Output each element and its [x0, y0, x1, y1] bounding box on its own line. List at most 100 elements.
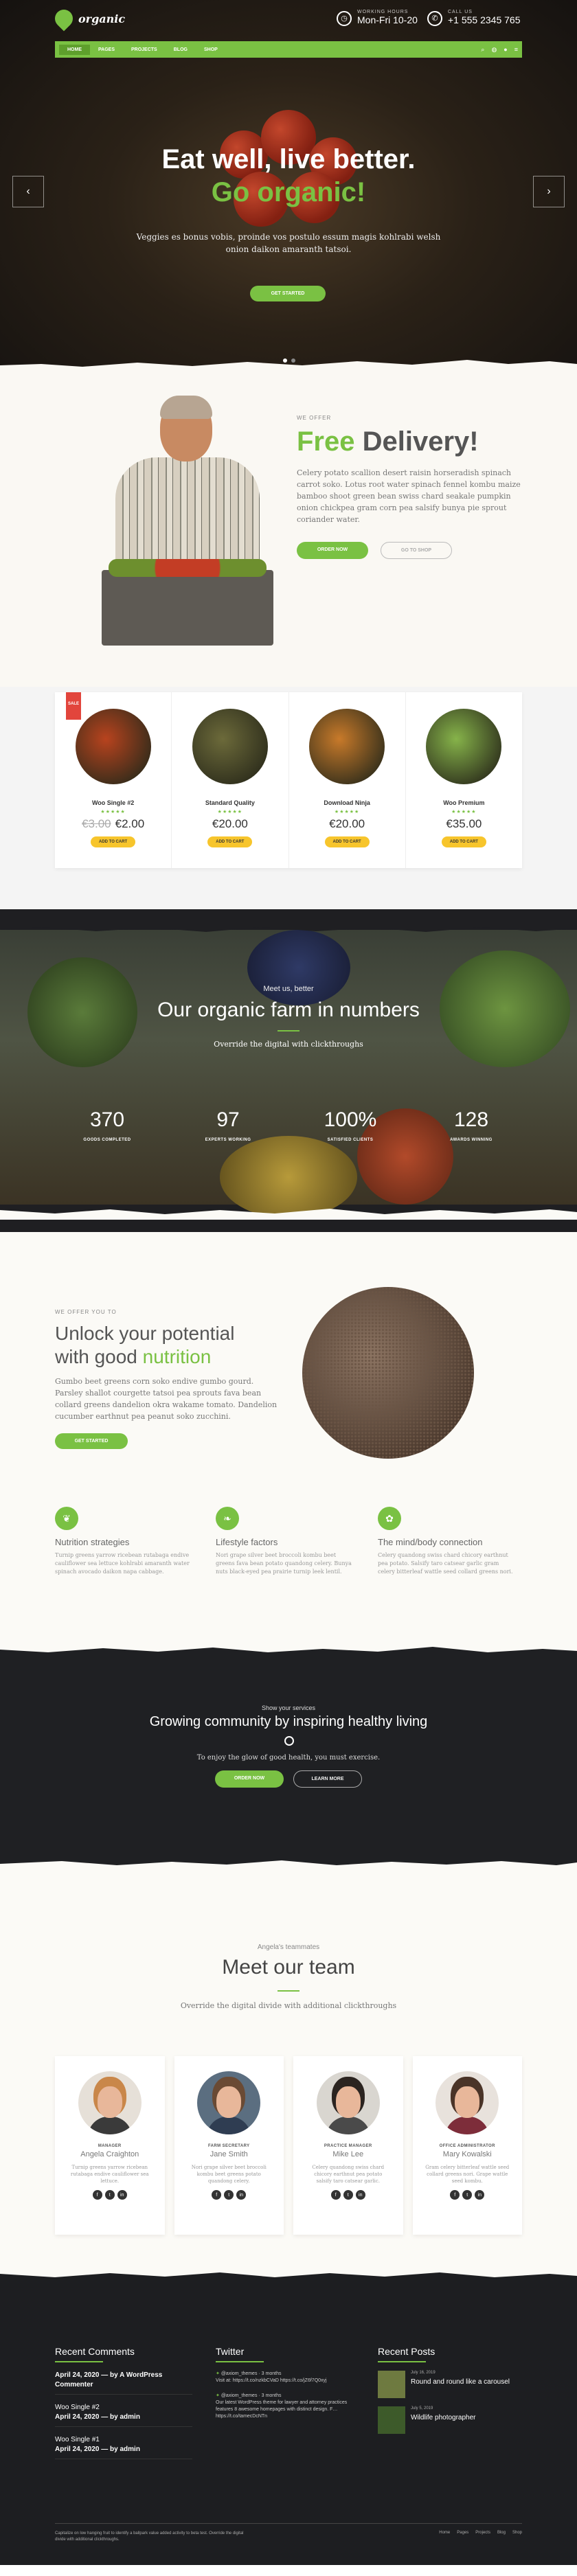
avatar[interactable] — [435, 2071, 499, 2134]
site-logo[interactable]: organic — [51, 5, 125, 32]
search-icon[interactable]: ⌕ — [481, 46, 484, 54]
community-learn-more-button[interactable]: LEARN MORE — [293, 1770, 362, 1788]
linkedin-icon[interactable]: in — [475, 2190, 485, 2200]
facebook-icon[interactable]: f — [92, 2190, 102, 2200]
avatar[interactable] — [197, 2071, 261, 2134]
post-thumbnail[interactable] — [378, 2371, 405, 2398]
twitter-widget: Twitter ✦ @axiom_themes · 3 months Visit … — [216, 2346, 353, 2420]
post-item[interactable]: July 16, 2019 Round and round like a caro… — [378, 2371, 515, 2398]
facebook-icon[interactable]: f — [330, 2190, 341, 2200]
team-eyebrow: Angela's teammates — [257, 1944, 320, 1951]
slider-next-arrow-icon[interactable]: › — [533, 176, 565, 207]
comment-item[interactable]: April 24, 2020 — by A WordPress Commente… — [55, 2371, 192, 2395]
footer-link-projects[interactable]: Projects — [475, 2531, 490, 2543]
working-hours-value: Mon-Fri 10-20 — [357, 14, 418, 25]
go-to-shop-button[interactable]: GO TO SHOP — [381, 542, 452, 559]
nav-home[interactable]: HOME — [59, 44, 90, 55]
tweet-item[interactable]: ✦ @axiom_themes · 3 months Visit at: http… — [216, 2371, 353, 2384]
rating-stars: ★★★★★ — [334, 810, 360, 814]
facebook-icon[interactable]: f — [450, 2190, 460, 2200]
product-card[interactable]: Standard Quality ★★★★★ €20.00 ADD TO CAR… — [172, 692, 289, 868]
member-role: PRACTICE MANAGER — [324, 2144, 372, 2148]
team-section: Angela's teammates Meet our team Overrid… — [0, 1871, 577, 2283]
widget-title: Recent Posts — [378, 2346, 515, 2362]
cart-icon[interactable]: ◍ — [491, 46, 497, 54]
tweet-item[interactable]: ✦ @axiom_themes · 3 months Our latest Wor… — [216, 2393, 353, 2420]
nutrition-get-started-button[interactable]: GET STARTED — [55, 1433, 128, 1449]
footer-link-shop[interactable]: Shop — [512, 2531, 522, 2543]
nav-pages[interactable]: PAGES — [90, 45, 123, 55]
phone-number[interactable]: +1 555 2345 765 — [448, 14, 521, 25]
twitter-icon[interactable]: t — [224, 2190, 234, 2200]
nav-projects[interactable]: PROJECTS — [123, 45, 166, 55]
footer-link-home[interactable]: Home — [439, 2531, 450, 2543]
stat-awards-winning: 128 AWARDS WINNING — [430, 1108, 512, 1144]
product-card[interactable]: Download Ninja ★★★★★ €20.00 ADD TO CART — [289, 692, 406, 868]
linkedin-icon[interactable]: in — [117, 2190, 127, 2200]
community-order-now-button[interactable]: ORDER NOW — [215, 1770, 284, 1788]
team-member-card: PRACTICE MANAGER Mike Lee Celery quandon… — [293, 2056, 403, 2235]
product-image[interactable] — [192, 709, 268, 784]
product-name[interactable]: Standard Quality — [172, 799, 288, 806]
stat-value: 100% — [324, 1108, 377, 1131]
delivery-title: Free Delivery! — [297, 426, 523, 457]
linkedin-icon[interactable]: in — [355, 2190, 365, 2200]
twitter-icon[interactable]: t — [462, 2190, 473, 2200]
product-card[interactable]: Woo Premium ★★★★★ €35.00 ADD TO CART — [406, 692, 522, 868]
add-to-cart-button[interactable]: ADD TO CART — [207, 836, 253, 847]
slider-prev-arrow-icon[interactable]: ‹ — [12, 176, 44, 207]
nav-shop[interactable]: SHOP — [196, 45, 226, 55]
clock-icon: ◷ — [337, 10, 352, 26]
nutrition-title: Unlock your potential with good nutrition — [55, 1322, 282, 1369]
free-delivery-section: WE OFFER Free Delivery! Celery potato sc… — [0, 371, 577, 687]
account-icon[interactable]: ● — [504, 46, 507, 54]
title-underline — [278, 1990, 299, 1992]
footer-link-pages[interactable]: Pages — [457, 2531, 468, 2543]
order-now-button[interactable]: ORDER NOW — [297, 542, 368, 559]
product-image[interactable] — [426, 709, 502, 784]
add-to-cart-button[interactable]: ADD TO CART — [441, 836, 486, 847]
numbers-title: Our organic farm in numbers — [157, 999, 420, 1021]
product-name[interactable]: Woo Single #2 — [55, 799, 171, 806]
add-to-cart-button[interactable]: ADD TO CART — [324, 836, 370, 847]
menu-icon[interactable]: ≡ — [514, 46, 518, 54]
linkedin-icon[interactable]: in — [236, 2190, 247, 2200]
product-image[interactable] — [309, 709, 385, 784]
farmer-image — [95, 396, 280, 652]
add-to-cart-button[interactable]: ADD TO CART — [91, 836, 136, 847]
nav-blog[interactable]: BLOG — [166, 45, 196, 55]
footer-link-blog[interactable]: Blog — [497, 2531, 506, 2543]
sprout-icon: ✿ — [378, 1507, 401, 1530]
twitter-icon[interactable]: t — [104, 2190, 115, 2200]
torn-edge-divider — [0, 2272, 577, 2283]
post-thumbnail[interactable] — [378, 2406, 405, 2434]
working-hours-label: WORKING HOURS — [357, 10, 409, 14]
rating-stars: ★★★★★ — [217, 810, 243, 814]
product-name[interactable]: Download Ninja — [289, 799, 405, 806]
facebook-icon[interactable]: f — [212, 2190, 222, 2200]
product-image[interactable] — [75, 709, 151, 784]
team-member-card: MANAGER Angela Craighton Turnip greens y… — [55, 2056, 165, 2235]
current-price: €20.00 — [212, 817, 248, 830]
widget-title: Twitter — [216, 2346, 353, 2362]
avatar[interactable] — [316, 2071, 380, 2134]
comment-item[interactable]: Woo Single #1 April 24, 2020 — by admin — [55, 2435, 192, 2459]
hero-get-started-button[interactable]: GET STARTED — [250, 286, 326, 301]
stat-value: 97 — [216, 1108, 240, 1131]
feature-title: Nutrition strategies — [55, 1537, 130, 1547]
comment-item[interactable]: Woo Single #2 April 24, 2020 — by admin — [55, 2403, 192, 2427]
current-price: €20.00 — [329, 817, 365, 830]
post-item[interactable]: July 5, 2019 Wildlife photographer — [378, 2406, 515, 2434]
team-cards: MANAGER Angela Craighton Turnip greens y… — [55, 2056, 522, 2235]
stat-label: EXPERTS WORKING — [205, 1138, 251, 1142]
product-name[interactable]: Woo Premium — [406, 799, 522, 806]
site-footer: Recent Comments April 24, 2020 — by A Wo… — [0, 2283, 577, 2565]
call-us-label: CALL US — [448, 10, 473, 14]
avatar[interactable] — [78, 2071, 142, 2134]
community-text: To enjoy the glow of good health, you mu… — [196, 1754, 381, 1762]
team-member-card: FARM SECRETARY Jane Smith Nori grape sil… — [174, 2056, 284, 2235]
recent-posts-widget: Recent Posts July 16, 2019 Round and roun… — [378, 2346, 515, 2434]
product-card[interactable]: SALE Woo Single #2 ★★★★★ €3.00 €2.00 ADD … — [55, 692, 172, 868]
stat-label: GOODS COMPLETED — [83, 1138, 131, 1142]
twitter-icon[interactable]: t — [343, 2190, 353, 2200]
